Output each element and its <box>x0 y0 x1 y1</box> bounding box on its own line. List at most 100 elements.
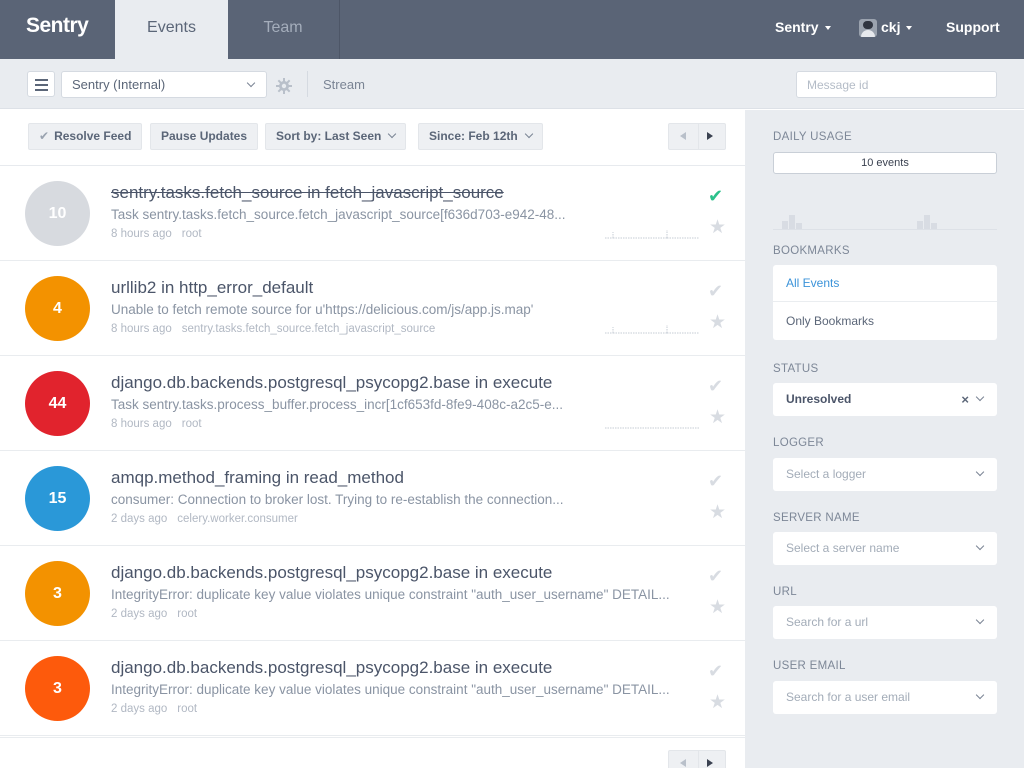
event-meta: 2 days ago root <box>111 608 207 620</box>
bookmark-star-icon[interactable]: ★ <box>709 596 726 619</box>
event-row[interactable]: 15 amqp.method_framing in read_method cons… <box>0 451 745 546</box>
event-title-link[interactable]: django.db.backends.postgresql_psycopg2.b… <box>111 563 552 583</box>
event-title-link[interactable]: sentry.tasks.fetch_source in fetch_javas… <box>111 183 504 203</box>
bookmark-only-bookmarks[interactable]: Only Bookmarks <box>773 303 997 340</box>
prev-page-icon[interactable] <box>680 759 686 767</box>
usage-bar <box>924 215 930 229</box>
resolve-feed-button[interactable]: ✔ Resolve Feed <box>28 123 143 150</box>
divider <box>698 751 699 768</box>
resolve-check-icon[interactable]: ✔ <box>708 661 723 682</box>
chevron-down-icon <box>975 467 985 477</box>
daily-usage-chart <box>773 208 997 230</box>
event-title-link[interactable]: urllib2 in http_error_default <box>111 278 313 298</box>
event-row[interactable]: 44 django.db.backends.postgresql_psycopg2… <box>0 356 745 451</box>
event-count-badge: 15 <box>25 466 90 531</box>
next-page-icon[interactable] <box>707 759 713 767</box>
event-title-link[interactable]: django.db.backends.postgresql_psycopg2.b… <box>111 658 552 678</box>
gear-icon[interactable] <box>276 78 292 94</box>
since-label: Since: Feb 12th <box>429 129 518 143</box>
event-row[interactable]: 4 urllib2 in http_error_default Unable to … <box>0 261 745 356</box>
tab-team[interactable]: Team <box>227 0 340 59</box>
divider <box>307 71 308 97</box>
event-time: 2 days ago <box>111 608 168 620</box>
event-count-badge: 10 <box>25 181 90 246</box>
event-meta: 2 days ago celery.worker.consumer <box>111 513 308 525</box>
daily-usage-count: 10 events <box>773 152 997 174</box>
sort-dropdown[interactable]: Sort by: Last Seen <box>265 123 407 150</box>
chevron-down-icon <box>975 541 985 551</box>
chevron-down-icon <box>975 690 985 700</box>
event-title-link[interactable]: django.db.backends.postgresql_psycopg2.b… <box>111 373 552 393</box>
org-menu[interactable]: Sentry <box>775 0 831 59</box>
resolve-check-icon[interactable]: ✔ <box>708 566 723 587</box>
logger-select[interactable]: Select a logger <box>773 458 997 491</box>
chevron-down-icon <box>975 392 985 402</box>
event-count-badge: 44 <box>25 371 90 436</box>
project-select[interactable]: Sentry (Internal) <box>61 71 267 98</box>
menu-toggle-button[interactable] <box>27 71 55 97</box>
user-email-heading: USER EMAIL <box>773 660 846 672</box>
resolve-check-icon[interactable]: ✔ <box>708 281 723 302</box>
event-time: 8 hours ago <box>111 228 172 240</box>
url-select[interactable]: Search for a url <box>773 606 997 639</box>
bottom-pagination <box>668 750 726 768</box>
tab-events[interactable]: Events <box>115 0 228 59</box>
resolve-check-icon[interactable]: ✔ <box>708 471 723 492</box>
server-name-select[interactable]: Select a server name <box>773 532 997 565</box>
caret-down-icon <box>824 26 831 31</box>
event-logger: root <box>177 608 198 620</box>
chevron-down-icon <box>246 78 256 88</box>
user-menu-label: ckj <box>881 19 901 35</box>
event-time: 2 days ago <box>111 703 168 715</box>
next-page-icon[interactable] <box>707 132 713 140</box>
chevron-down-icon <box>388 129 397 139</box>
url-heading: URL <box>773 586 797 598</box>
event-time: 8 hours ago <box>111 418 172 430</box>
brand-logo[interactable]: Sentry <box>26 14 89 38</box>
support-link[interactable]: Support <box>946 0 1000 59</box>
server-name-heading: SERVER NAME <box>773 512 860 524</box>
prev-page-icon[interactable] <box>680 132 686 140</box>
event-message: Unable to fetch remote source for u'http… <box>111 302 534 317</box>
resolve-feed-label: Resolve Feed <box>54 129 132 143</box>
usage-bar <box>931 223 937 229</box>
user-email-select[interactable]: Search for a user email <box>773 681 997 714</box>
status-heading: STATUS <box>773 363 819 375</box>
bookmark-star-icon[interactable]: ★ <box>709 501 726 524</box>
message-id-search-input[interactable] <box>796 71 997 98</box>
resolve-check-icon[interactable]: ✔ <box>708 376 723 397</box>
project-select-value: Sentry (Internal) <box>72 77 166 92</box>
org-menu-label: Sentry <box>775 19 819 35</box>
bookmark-star-icon[interactable]: ★ <box>709 406 726 429</box>
status-select[interactable]: Unresolved × <box>773 383 997 416</box>
pause-updates-button[interactable]: Pause Updates <box>150 123 259 150</box>
event-message: IntegrityError: duplicate key value viol… <box>111 682 670 697</box>
event-row[interactable]: 3 django.db.backends.postgresql_psycopg2.… <box>0 546 745 641</box>
event-count-badge: 3 <box>25 561 90 626</box>
bookmark-star-icon[interactable]: ★ <box>709 216 726 239</box>
check-icon: ✔ <box>39 129 50 143</box>
usage-bar <box>796 223 802 229</box>
event-message: Task sentry.tasks.fetch_source.fetch_jav… <box>111 207 566 222</box>
bookmark-all-events[interactable]: All Events <box>773 265 997 302</box>
clear-icon[interactable]: × <box>961 383 969 416</box>
event-row[interactable]: 10 sentry.tasks.fetch_source in fetch_jav… <box>0 166 745 261</box>
resolve-check-icon[interactable]: ✔ <box>708 186 723 207</box>
event-title-link[interactable]: amqp.method_framing in read_method <box>111 468 404 488</box>
daily-usage-heading: DAILY USAGE <box>773 131 852 143</box>
event-logger: root <box>181 418 202 430</box>
bookmark-star-icon[interactable]: ★ <box>709 311 726 334</box>
caret-down-icon <box>906 26 913 31</box>
event-time: 2 days ago <box>111 513 168 525</box>
top-nav: Sentry Events Team Sentry ckj Support <box>0 0 1024 59</box>
event-meta: 8 hours ago root <box>111 228 212 240</box>
event-time: 8 hours ago <box>111 323 172 335</box>
bookmark-star-icon[interactable]: ★ <box>709 691 726 714</box>
event-meta: 8 hours ago sentry.tasks.fetch_source.fet… <box>111 323 445 335</box>
divider <box>0 737 745 738</box>
section-title: Stream <box>323 77 365 92</box>
user-menu[interactable]: ckj <box>859 0 913 59</box>
since-dropdown[interactable]: Since: Feb 12th <box>418 123 543 150</box>
event-row[interactable]: 3 django.db.backends.postgresql_psycopg2.… <box>0 641 745 736</box>
event-sparkline <box>605 427 699 429</box>
